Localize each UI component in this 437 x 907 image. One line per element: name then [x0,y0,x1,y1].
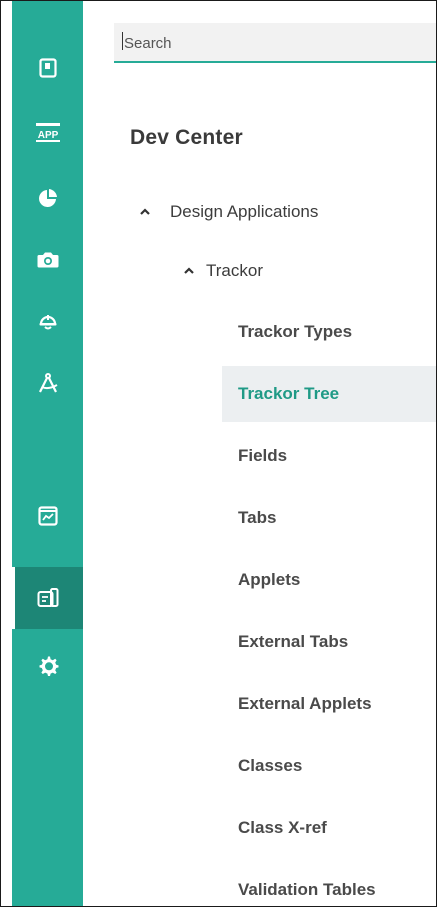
rail-item-app[interactable]: APP [12,102,83,164]
page-title: Dev Center [130,126,243,149]
tree-node-label: Design Applications [170,202,319,221]
tree-item-label: External Tabs [238,632,349,651]
rail-item-book[interactable] [12,37,83,99]
compass-icon [38,373,57,393]
rail-item-settings[interactable] [12,635,83,697]
tree-item-trackor-tree[interactable]: Trackor Tree [222,366,436,422]
tree-node-label: Trackor [206,261,263,280]
tree-item-label: Tabs [238,508,277,527]
app-frame: APP Search Dev Center Design Application… [0,0,437,907]
tree-item-applets[interactable]: Applets [222,552,436,608]
tree-item-label: Fields [238,446,288,465]
text-caret [122,32,123,50]
left-gutter [1,1,12,906]
chevron-up-icon [140,208,150,215]
tree-item-external-tabs[interactable]: External Tabs [222,614,436,670]
tree-item-validation-tables[interactable]: Validation Tables [222,862,436,906]
tree-item-trackor-types[interactable]: Trackor Types [222,304,436,360]
camera-icon [37,252,58,268]
chevron-up-icon [184,267,194,274]
rail-item-analytics[interactable] [12,485,83,547]
rail-item-dev-center[interactable] [12,567,83,629]
svg-text:APP: APP [37,130,58,141]
tree-item-label: Classes [238,756,303,775]
side-rail: APP [12,1,83,906]
app-icon: APP [35,123,60,142]
rail-item-reports[interactable] [12,167,83,229]
tree-item-label: Class X-ref [238,818,327,837]
tree-item-label: Validation Tables [238,880,376,899]
tree-item-classes[interactable]: Classes [222,738,436,794]
rail-item-photos[interactable] [12,229,83,291]
tree-node-design-applications[interactable]: Design Applications [138,202,318,222]
tree-item-class-x-ref[interactable]: Class X-ref [222,800,436,856]
tree-item-external-applets[interactable]: External Applets [222,676,436,732]
book-icon [38,58,57,78]
dev-center-icon [37,588,58,607]
tree-item-label: Applets [238,570,301,589]
analytics-icon [37,506,58,526]
search-bar [114,23,436,63]
search-input[interactable] [122,31,426,55]
rail-item-construction[interactable] [12,290,83,352]
tree-item-label: External Applets [238,694,372,713]
pie-chart-icon [38,189,57,207]
rail-item-design[interactable] [12,352,83,414]
tree-node-trackor[interactable]: Trackor [182,261,263,281]
tree-item-label: Trackor Types [238,322,353,341]
tree-item-tabs[interactable]: Tabs [222,490,436,546]
hard-hat-icon [39,315,56,330]
tree-item-fields[interactable]: Fields [222,428,436,484]
gear-icon [39,656,58,676]
tree-item-label: Trackor Tree [238,384,340,403]
